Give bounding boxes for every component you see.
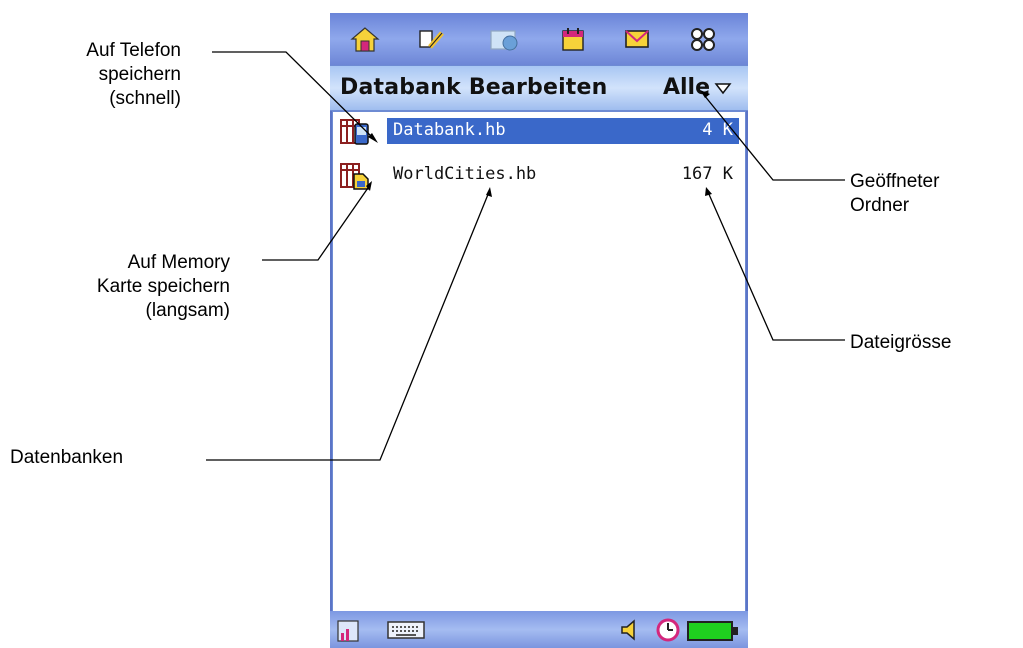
file-name: Databank.hb — [393, 120, 506, 140]
file-size: 4 K — [702, 120, 733, 140]
file-list: Databank.hb 4 K WorldCities.hb 167 K — [332, 111, 746, 613]
apps-grid-icon[interactable] — [686, 23, 720, 55]
list-item[interactable]: WorldCities.hb 167 K — [333, 160, 745, 190]
databases-note: Datenbanken — [10, 447, 124, 468]
list-item[interactable]: Databank.hb 4 K — [333, 116, 745, 146]
home-icon[interactable] — [348, 23, 382, 55]
note-line: Ordner — [850, 195, 910, 216]
note-line: Karte speichern — [96, 276, 230, 297]
note-line: Auf Memory — [127, 252, 230, 273]
title-bar: Databank Bearbeiten Alle — [330, 65, 748, 111]
battery-icon — [687, 621, 738, 641]
phone-storage-note: Auf Telefon speichern (schnell) — [20, 39, 181, 111]
phone-database-icon — [340, 119, 369, 145]
calendar-icon[interactable] — [556, 23, 590, 55]
speaker-icon[interactable] — [618, 618, 640, 642]
memory-card-database-icon — [340, 163, 369, 190]
open-folder-note: Geöffneter Ordner — [850, 170, 939, 218]
note-line: Geöffneter — [850, 171, 940, 192]
web-icon[interactable] — [488, 23, 522, 55]
note-line: (schnell) — [109, 88, 181, 109]
file-name: WorldCities.hb — [393, 164, 537, 184]
note-line: (langsam) — [145, 300, 230, 321]
file-size-note: Dateigrösse — [850, 332, 952, 353]
folder-label: Alle — [662, 75, 710, 100]
clock-icon[interactable] — [654, 617, 682, 643]
note-line: Auf Telefon — [86, 40, 181, 61]
note-line: speichern — [98, 64, 181, 85]
mail-icon[interactable] — [620, 23, 654, 55]
status-bar — [330, 611, 748, 648]
tools-icon[interactable] — [414, 23, 448, 55]
card-storage-note: Auf Memory Karte speichern (langsam) — [50, 251, 230, 323]
phone-screen: Databank Bearbeiten Alle Databank.hb 4 K — [330, 13, 748, 648]
file-size: 167 K — [681, 164, 733, 184]
keyboard-icon[interactable] — [386, 619, 428, 641]
app-launcher-bar — [330, 13, 748, 65]
chart-icon[interactable] — [336, 617, 362, 645]
dropdown-triangle-icon — [714, 82, 732, 94]
folder-selector[interactable]: Alle — [663, 75, 732, 100]
page-title: Databank Bearbeiten — [340, 75, 608, 100]
